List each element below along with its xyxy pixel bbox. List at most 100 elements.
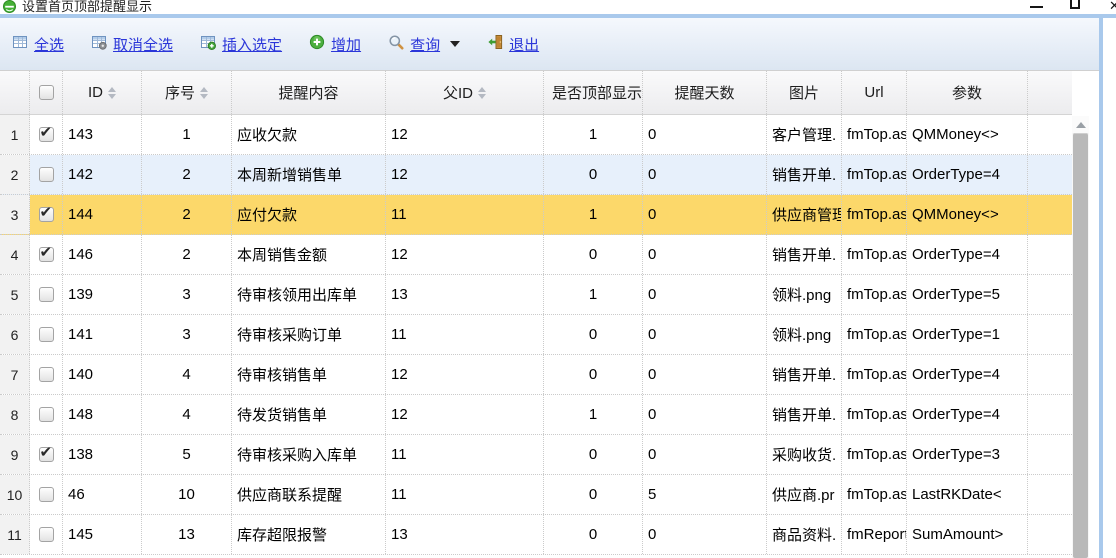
row-number: 11 <box>0 515 30 554</box>
cell-url: fmTop.as <box>842 115 907 154</box>
row-checkbox[interactable] <box>39 487 54 502</box>
insert-selected-button[interactable]: 插入选定 <box>200 34 282 55</box>
cell-params: OrderType=5 <box>907 275 1028 314</box>
cell-parent-id: 13 <box>386 275 544 314</box>
header-content-label: 提醒内容 <box>278 82 338 103</box>
select-all-checkbox[interactable] <box>39 85 54 100</box>
cell-image: 供应商管理 <box>767 195 842 234</box>
cell-image: 销售开单. <box>767 235 842 274</box>
cell-seq: 4 <box>142 395 232 434</box>
cell-filler <box>1028 515 1072 554</box>
row-checkbox[interactable] <box>39 127 54 142</box>
table-row[interactable]: 81484待发货销售单1210销售开单.fmTop.asOrderType=4 <box>0 395 1072 435</box>
cell-id: 144 <box>63 195 142 234</box>
query-button[interactable]: 查询 <box>388 34 460 55</box>
header-seq-label: 序号 <box>165 82 195 103</box>
app-icon <box>3 0 16 14</box>
cell-top-show: 1 <box>544 115 643 154</box>
cell-filler <box>1028 315 1072 354</box>
table-row[interactable]: 31442应付欠款1110供应商管理fmTop.asQMMoney<> <box>0 195 1072 235</box>
row-checkbox[interactable] <box>39 367 54 382</box>
cell-params: OrderType=4 <box>907 355 1028 394</box>
cell-remind-days: 5 <box>643 475 767 514</box>
cell-top-show: 1 <box>544 395 643 434</box>
table-row[interactable]: 41462本周销售金额1200销售开单.fmTop.asOrderType=4 <box>0 235 1072 275</box>
header-params[interactable]: 参数 <box>907 71 1028 114</box>
row-checkbox[interactable] <box>39 407 54 422</box>
row-checkbox[interactable] <box>39 287 54 302</box>
table-row[interactable]: 61413待审核采购订单1100领料.pngfmTop.asOrderType=… <box>0 315 1072 355</box>
cell-content: 待审核采购订单 <box>232 315 386 354</box>
cell-parent-id: 12 <box>386 395 544 434</box>
cell-parent-id: 12 <box>386 115 544 154</box>
cell-filler <box>1028 195 1072 234</box>
cell-parent-id: 13 <box>386 515 544 554</box>
header-image-label: 图片 <box>789 82 819 103</box>
cell-id: 141 <box>63 315 142 354</box>
header-top-show[interactable]: 是否顶部显示 <box>544 71 643 114</box>
exit-button[interactable]: 退出 <box>487 34 539 55</box>
row-number: 1 <box>0 115 30 154</box>
cell-filler <box>1028 435 1072 474</box>
table-row[interactable]: 51393待审核领用出库单1310领料.pngfmTop.asOrderType… <box>0 275 1072 315</box>
sort-icon <box>478 87 486 99</box>
row-checkbox[interactable] <box>39 207 54 222</box>
cell-remind-days: 0 <box>643 275 767 314</box>
table-row[interactable]: 1114513库存超限报警1300商品资料.fmReportSumAmount> <box>0 515 1072 555</box>
cell-top-show: 1 <box>544 195 643 234</box>
cell-top-show: 1 <box>544 275 643 314</box>
cell-top-show: 0 <box>544 355 643 394</box>
cell-params: OrderType=4 <box>907 155 1028 194</box>
header-id[interactable]: ID <box>63 71 142 114</box>
row-checkbox[interactable] <box>39 447 54 462</box>
cell-id: 148 <box>63 395 142 434</box>
table-body: 11431应收欠款1210客户管理.fmTop.asQMMoney<>21422… <box>0 115 1072 555</box>
cell-seq: 2 <box>142 155 232 194</box>
header-seq[interactable]: 序号 <box>142 71 232 114</box>
cell-remind-days: 0 <box>643 515 767 554</box>
close-button[interactable]: ✕ <box>1109 0 1116 14</box>
row-checkbox[interactable] <box>39 327 54 342</box>
header-parent-id[interactable]: 父ID <box>386 71 544 114</box>
header-checkbox-cell <box>30 71 63 114</box>
header-parent-id-label: 父ID <box>443 82 473 103</box>
query-label: 查询 <box>410 34 440 55</box>
cell-image: 销售开单. <box>767 355 842 394</box>
cell-top-show: 0 <box>544 235 643 274</box>
cell-parent-id: 12 <box>386 235 544 274</box>
cell-url: fmTop.as <box>842 195 907 234</box>
row-checkbox[interactable] <box>39 247 54 262</box>
header-url[interactable]: Url <box>842 71 907 114</box>
cell-params: LastRKDate< <box>907 475 1028 514</box>
add-button[interactable]: 增加 <box>309 34 361 55</box>
header-image[interactable]: 图片 <box>767 71 842 114</box>
header-id-label: ID <box>88 84 103 101</box>
unselect-all-label: 取消全选 <box>113 34 173 55</box>
cell-url: fmTop.as <box>842 435 907 474</box>
magnifier-icon <box>388 34 404 55</box>
table-row[interactable]: 11431应收欠款1210客户管理.fmTop.asQMMoney<> <box>0 115 1072 155</box>
select-all-button[interactable]: 全选 <box>12 34 64 55</box>
maximize-button[interactable] <box>1070 0 1080 9</box>
header-remind-days[interactable]: 提醒天数 <box>643 71 767 114</box>
table-row[interactable]: 91385待审核采购入库单1100采购收货.fmTop.asOrderType=… <box>0 435 1072 475</box>
minimize-button[interactable] <box>1030 6 1043 8</box>
table-plus-icon <box>200 34 216 55</box>
cell-seq: 2 <box>142 195 232 234</box>
row-number: 8 <box>0 395 30 434</box>
vertical-scrollbar[interactable] <box>1072 116 1089 558</box>
scrollbar-thumb[interactable] <box>1073 133 1088 558</box>
header-top-show-label: 是否顶部显示 <box>552 82 642 103</box>
table-row[interactable]: 104610供应商联系提醒1105供应商.prfmTop.asLastRKDat… <box>0 475 1072 515</box>
window-outside-area <box>1103 18 1116 558</box>
cell-remind-days: 0 <box>643 355 767 394</box>
row-checkbox[interactable] <box>39 527 54 542</box>
cell-params: QMMoney<> <box>907 115 1028 154</box>
header-content[interactable]: 提醒内容 <box>232 71 386 114</box>
table-row[interactable]: 71404待审核销售单1200销售开单.fmTop.asOrderType=4 <box>0 355 1072 395</box>
cell-id: 140 <box>63 355 142 394</box>
unselect-all-button[interactable]: 取消全选 <box>91 34 173 55</box>
row-checkbox[interactable] <box>39 167 54 182</box>
table-row[interactable]: 21422本周新增销售单1200销售开单.fmTop.asOrderType=4 <box>0 155 1072 195</box>
scroll-up-button[interactable] <box>1072 116 1089 133</box>
